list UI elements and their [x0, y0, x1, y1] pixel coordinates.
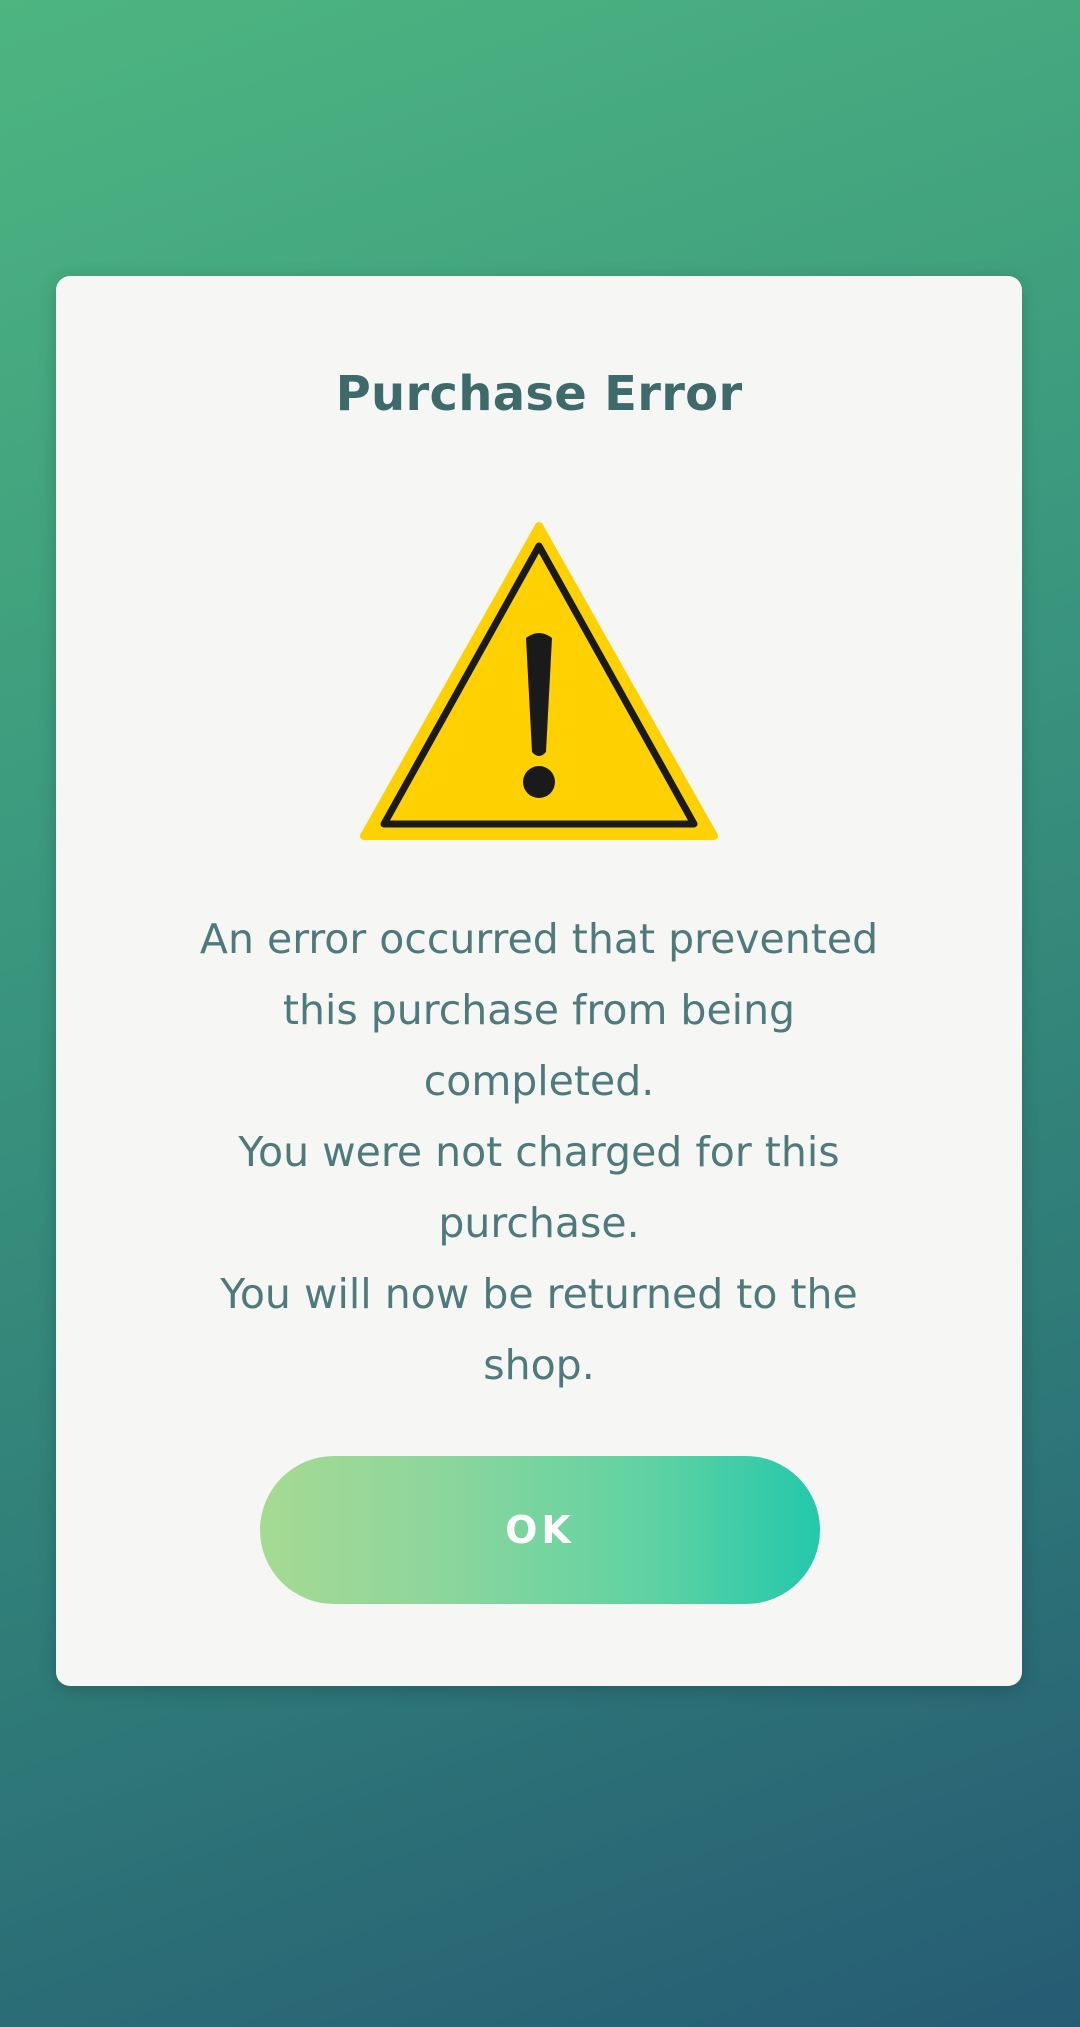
ok-button-label: OK	[505, 1508, 575, 1552]
dialog-title: Purchase Error	[335, 366, 743, 422]
message-line: An error occurred that prevented this pu…	[199, 915, 879, 1105]
message-line: You will now be returned to the shop.	[220, 1270, 858, 1389]
error-message: An error occurred that prevented this pu…	[176, 904, 902, 1401]
warning-triangle-icon	[360, 522, 718, 840]
purchase-error-dialog: Purchase Error An error occurred that pr…	[56, 276, 1022, 1686]
ok-button[interactable]: OK	[260, 1456, 820, 1604]
message-line: You were not charged for this purchase.	[238, 1128, 840, 1247]
